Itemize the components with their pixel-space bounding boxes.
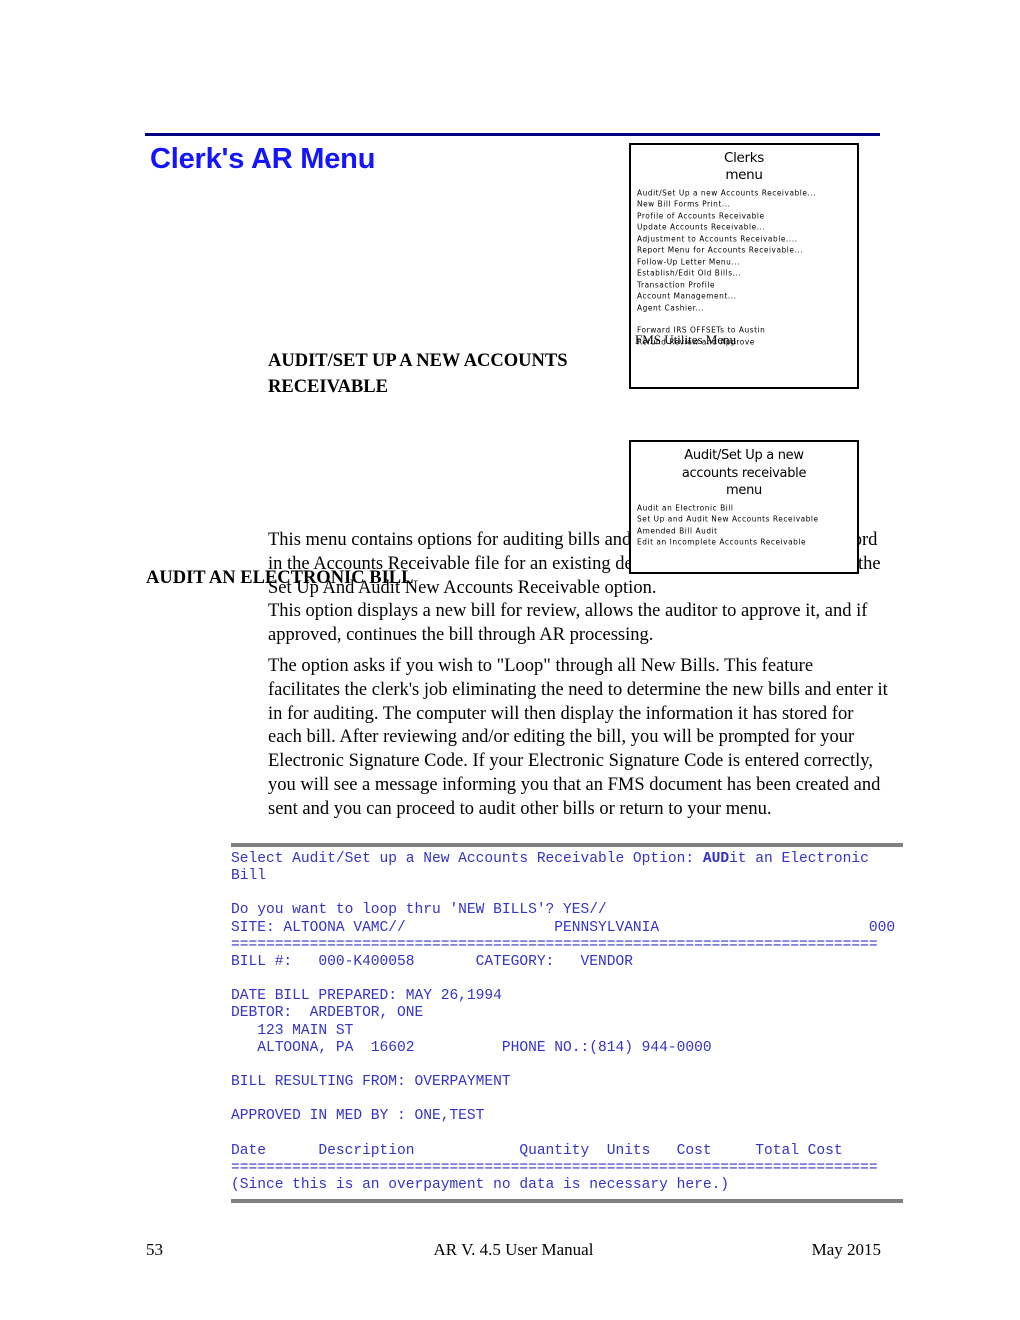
terminal-line-approved-in-med-by: APPROVED IN MED BY : ONE,TEST: [231, 1108, 485, 1125]
audit-setup-menu-screenshot: Audit/Set Up a new accounts receivable m…: [629, 440, 859, 574]
terminal-line-address-street: 123 MAIN ST: [231, 1022, 354, 1039]
menu-item-establish-edit-old-bills[interactable]: Establish/Edit Old Bills...: [637, 267, 857, 279]
terminal-line-debtor: DEBTOR: ARDEBTOR, ONE: [231, 1005, 424, 1022]
terminal-separator-2: ========================================…: [231, 1159, 878, 1176]
clerks-menu-title-line1: Clerks: [723, 150, 765, 166]
menu-item-update-ar[interactable]: Update Accounts Receivable...: [637, 221, 857, 233]
clerks-menu-title-line2: menu: [725, 167, 763, 183]
terminal-bottom-rule: [231, 1199, 903, 1203]
page-footer: 53 AR V. 4.5 User Manual May 2015: [146, 1240, 881, 1260]
terminal-line-select-prefix: Select Audit/Set up a New Accounts Recei…: [231, 851, 703, 867]
terminal-line-select-bold: AUD: [702, 851, 730, 867]
clerks-menu-screenshot: Clerks menu Audit/Set Up a new Accounts …: [629, 143, 859, 389]
terminal-line-note: (Since this is an overpayment no data is…: [231, 1176, 730, 1193]
menu-item-report-menu-ar[interactable]: Report Menu for Accounts Receivable...: [637, 244, 857, 256]
terminal-line-address-city-phone: ALTOONA, PA 16602 PHONE NO.:(814) 944-00…: [231, 1039, 712, 1056]
audit-setup-menu-item-list: Audit an Electronic Bill Set Up and Audi…: [631, 502, 857, 548]
page-title: Clerk's AR Menu: [150, 143, 376, 175]
terminal-table-header: Date Description Quantity Units Cost Tot…: [231, 1142, 843, 1159]
terminal-session-transcript: Select Audit/Set up a New Accounts Recei…: [231, 851, 911, 1194]
terminal-line-bill-number: BILL #: 000-K400058 CATEGORY: VENDOR: [231, 953, 633, 970]
clerks-menu-title: Clerks menu: [631, 145, 857, 184]
terminal-top-rule: [231, 843, 903, 847]
menu-item-setup-audit-new-ar[interactable]: Set Up and Audit New Accounts Receivable: [637, 513, 857, 526]
audit-setup-menu-title-line2: accounts receivable: [681, 465, 807, 481]
heading-audit-set-up-new-accounts-receivable: AUDIT/SET UP A NEW ACCOUNTS RECEIVABLE: [268, 351, 568, 397]
terminal-line-site: SITE: ALTOONA VAMC// PENNSYLVANIA 000: [231, 919, 896, 936]
menu-item-edit-incomplete-ar[interactable]: Edit an Incomplete Accounts Receivable: [637, 536, 857, 549]
audit-setup-menu-title-line1: Audit/Set Up a new: [684, 448, 804, 463]
document-page: Clerk's AR Menu Clerks menu Audit/Set Up…: [0, 0, 1020, 1320]
menu-item-account-management[interactable]: Account Management...: [637, 290, 857, 302]
text-wrap-spacer: [288, 409, 588, 529]
footer-date: May 2015: [811, 1240, 881, 1259]
terminal-line-date-prepared: DATE BILL PREPARED: MAY 26,1994: [231, 988, 502, 1005]
terminal-line-select-wrap: Bill: [231, 868, 266, 885]
header-rule: [145, 133, 880, 136]
clerks-menu-item-list: Audit/Set Up a new Accounts Receivable..…: [631, 187, 857, 347]
terminal-separator-1: ========================================…: [231, 936, 878, 953]
text-wrap-spacer: [588, 409, 888, 433]
paragraph-option-displays-new-bill: This option displays a new bill for revi…: [268, 601, 868, 645]
heading-audit-an-electronic-bill: AUDIT AN ELECTRONIC BILL: [146, 568, 414, 588]
footer-page-number: 53: [146, 1240, 163, 1259]
terminal-line-loop-prompt: Do you want to loop thru 'NEW BILLS'? YE…: [231, 902, 607, 919]
terminal-line-bill-resulting-from: BILL RESULTING FROM: OVERPAYMENT: [231, 1073, 511, 1090]
audit-setup-menu-title-line3: menu: [726, 483, 762, 498]
terminal-line-select-suffix: it an Electronic: [729, 851, 869, 867]
footer-manual-title: AR V. 4.5 User Manual: [433, 1240, 594, 1259]
fms-utilites-menu-overlap-label: FMS Utilites Menu: [635, 332, 737, 347]
paragraph-option-asks-loop: The option asks if you wish to "Loop" th…: [268, 656, 888, 819]
audit-setup-menu-title: Audit/Set Up a new accounts receivable m…: [631, 442, 857, 500]
menu-item-new-bill-forms-print[interactable]: New Bill Forms Print...: [637, 198, 857, 210]
